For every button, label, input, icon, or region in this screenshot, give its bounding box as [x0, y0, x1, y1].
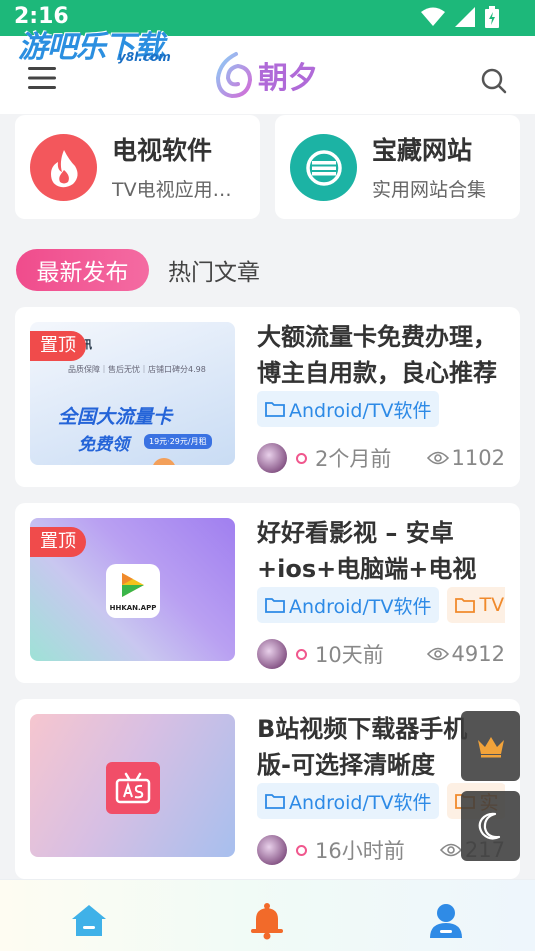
avatar[interactable]	[257, 639, 287, 669]
crown-icon	[477, 737, 504, 758]
dark-mode-toggle[interactable]	[461, 791, 520, 861]
folder-icon	[265, 794, 285, 809]
thumb-headline-2: 免费领	[78, 435, 129, 455]
category-card-tv[interactable]: 电视软件 TV电视应用合集	[15, 115, 260, 219]
tag[interactable]: Android/TV软件	[257, 391, 440, 427]
vip-button[interactable]	[461, 711, 520, 781]
wifi-icon	[421, 7, 445, 26]
play-icon	[122, 573, 144, 597]
bottom-nav	[0, 879, 535, 951]
post-tags: Android/TV软件 TV	[257, 587, 505, 623]
eye-icon	[439, 843, 462, 857]
battery-icon	[485, 6, 499, 28]
search-icon[interactable]	[481, 68, 507, 94]
post-title[interactable]: 好好看影视 – 安卓+ios+电脑端+电视端	[257, 515, 497, 587]
bell-icon[interactable]	[248, 902, 286, 940]
flame-icon	[30, 134, 97, 201]
post-card[interactable]: B站视频下载器手机版-可选择清晰度 Android/TV软件 实 16小时前 2…	[15, 699, 520, 879]
watermark-sub: y8l.com	[118, 50, 171, 64]
tag-label: Android/TV软件	[289, 791, 432, 814]
app-icon: HHKAN.APP	[106, 564, 160, 618]
thumb-price: 19元·29元/月租	[144, 434, 212, 449]
view-count: 1102	[426, 446, 505, 470]
logo-text: 朝夕	[258, 61, 318, 96]
tag-label: TV	[479, 594, 505, 616]
home-icon[interactable]	[70, 902, 108, 938]
app-logo[interactable]: 朝夕	[214, 50, 318, 100]
thumb-headline: 全国大流量卡	[58, 406, 173, 428]
folder-icon	[455, 598, 476, 613]
logo-icon	[215, 52, 253, 99]
time-dot-icon	[296, 452, 307, 464]
avatar[interactable]	[257, 443, 287, 473]
time-dot-icon	[296, 648, 307, 660]
pinned-badge: 置顶	[30, 331, 86, 361]
menu-icon[interactable]	[28, 66, 56, 90]
post-thumbnail[interactable]	[30, 714, 235, 857]
folder-icon	[265, 598, 285, 613]
thumb-line: 品质保障｜售后无忧｜店铺口碑分4.98	[68, 365, 206, 374]
category-desc: TV电视应用合集	[112, 179, 250, 201]
folder-icon	[265, 402, 285, 417]
status-icons	[421, 6, 499, 28]
view-count-value: 4912	[451, 642, 505, 666]
tab-latest[interactable]: 最新发布	[16, 249, 149, 291]
post-card[interactable]: 通讯 品质保障｜售后无忧｜店铺口碑分4.98 全国大流量卡 免费领 19元·29…	[15, 307, 520, 487]
web-icon	[290, 134, 357, 201]
category-card-sites[interactable]: 宝藏网站 实用网站合集	[275, 115, 520, 219]
watermark-logo: 游吧乐下载 y8l.com	[18, 22, 171, 66]
decor-shape	[152, 458, 176, 465]
post-time: 16小时前	[315, 839, 405, 863]
user-icon[interactable]	[427, 902, 465, 940]
category-title: 电视软件	[112, 136, 213, 165]
tag[interactable]: TV	[447, 587, 505, 623]
post-meta: 2个月前 1102	[257, 441, 505, 475]
signal-icon	[455, 7, 475, 27]
moon-icon	[478, 812, 500, 840]
category-title: 宝藏网站	[372, 136, 473, 165]
time-dot-icon	[296, 844, 307, 856]
view-count: 4912	[426, 642, 505, 666]
bilibili-icon	[106, 762, 160, 814]
app-label: HHKAN.APP	[109, 604, 157, 612]
eye-icon	[426, 451, 449, 465]
category-desc: 实用网站合集	[372, 179, 487, 201]
post-meta: 10天前 4912	[257, 637, 505, 671]
tag-label: Android/TV软件	[289, 595, 432, 618]
avatar[interactable]	[257, 835, 287, 865]
post-time: 2个月前	[315, 447, 392, 471]
pinned-badge: 置顶	[30, 527, 86, 557]
post-card[interactable]: HHKAN.APP 置顶 好好看影视 – 安卓+ios+电脑端+电视端 Andr…	[15, 503, 520, 683]
tag-label: Android/TV软件	[289, 399, 432, 422]
eye-icon	[426, 647, 449, 661]
view-count-value: 1102	[451, 446, 505, 470]
tag[interactable]: Android/TV软件	[257, 587, 440, 623]
post-tags: Android/TV软件	[257, 391, 505, 427]
tab-popular[interactable]: 热门文章	[168, 249, 260, 291]
post-time: 10天前	[315, 643, 384, 667]
tag[interactable]: Android/TV软件	[257, 783, 440, 819]
post-title[interactable]: 大额流量卡免费办理，博主自用款，良心推荐	[257, 319, 497, 391]
